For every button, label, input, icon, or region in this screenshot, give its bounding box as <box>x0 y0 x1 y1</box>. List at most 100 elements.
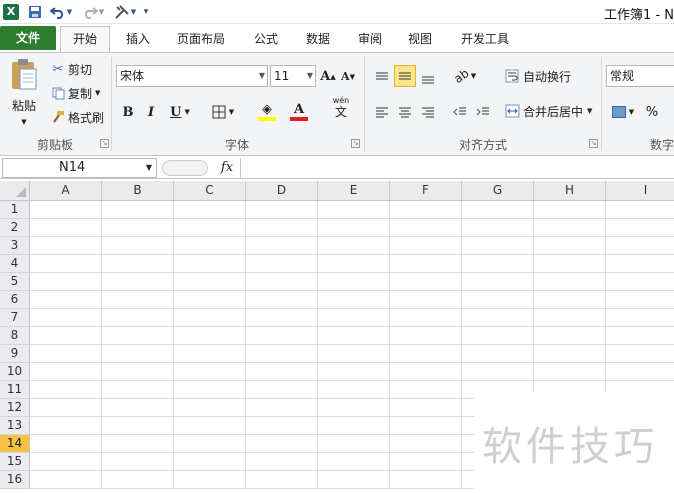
grid-cell[interactable] <box>318 417 390 435</box>
grid-cell[interactable] <box>462 273 534 291</box>
grid-cell[interactable] <box>246 309 318 327</box>
grid-cell[interactable] <box>606 291 674 309</box>
grid-cell[interactable] <box>102 255 174 273</box>
grid-cell[interactable] <box>30 273 102 291</box>
align-top-button[interactable] <box>372 67 392 89</box>
tab-data[interactable]: 数据 <box>296 28 340 52</box>
grid-cell[interactable] <box>318 255 390 273</box>
grid-cell[interactable] <box>318 399 390 417</box>
number-format-combo[interactable]: 常规 <box>606 65 674 87</box>
tab-developer[interactable]: 开发工具 <box>452 28 518 52</box>
grid-cell[interactable] <box>174 453 246 471</box>
grid-cell[interactable] <box>246 237 318 255</box>
grid-cell[interactable] <box>246 219 318 237</box>
tab-insert[interactable]: 插入 <box>116 28 160 52</box>
redo-icon[interactable]: ▼ <box>80 2 106 22</box>
grid-cell[interactable] <box>30 399 102 417</box>
grid-cell[interactable] <box>246 453 318 471</box>
row-header[interactable]: 4 <box>0 255 30 273</box>
grid-cell[interactable] <box>534 363 606 381</box>
grid-cell[interactable] <box>534 201 606 219</box>
grid-cell[interactable] <box>174 381 246 399</box>
grid-cell[interactable] <box>318 273 390 291</box>
grid-cell[interactable] <box>390 201 462 219</box>
grid-cell[interactable] <box>246 291 318 309</box>
tab-home[interactable]: 开始 <box>60 26 110 52</box>
grid-cell[interactable] <box>246 381 318 399</box>
decrease-indent-button[interactable] <box>450 101 470 123</box>
underline-button[interactable]: U ▼ <box>166 101 194 123</box>
grid-cell[interactable] <box>534 309 606 327</box>
customize-quick-access-icon[interactable]: ▾ <box>140 2 152 22</box>
save-icon[interactable] <box>26 2 44 22</box>
grid-cell[interactable] <box>318 471 390 489</box>
grid-cell[interactable] <box>390 399 462 417</box>
grid-cell[interactable] <box>30 471 102 489</box>
grid-cell[interactable] <box>390 453 462 471</box>
grid-cell[interactable] <box>174 201 246 219</box>
paste-button[interactable]: 粘贴 ▼ <box>6 57 42 131</box>
grid-cell[interactable] <box>246 363 318 381</box>
grid-cell[interactable] <box>174 219 246 237</box>
grid-cell[interactable] <box>102 471 174 489</box>
grid-cell[interactable] <box>102 435 174 453</box>
grid-cell[interactable] <box>102 381 174 399</box>
grid-cell[interactable] <box>462 291 534 309</box>
grid-cell[interactable] <box>534 273 606 291</box>
row-header[interactable]: 7 <box>0 309 30 327</box>
align-left-button[interactable] <box>372 101 392 123</box>
row-header[interactable]: 2 <box>0 219 30 237</box>
grid-cell[interactable] <box>534 219 606 237</box>
grid-cell[interactable] <box>606 363 674 381</box>
grid-cell[interactable] <box>30 381 102 399</box>
undo-icon[interactable]: ▼ <box>48 2 74 22</box>
grid-cell[interactable] <box>390 309 462 327</box>
grid-cell[interactable] <box>318 309 390 327</box>
grid-cell[interactable] <box>30 417 102 435</box>
grid-cell[interactable] <box>318 381 390 399</box>
borders-button[interactable]: ▼ <box>208 101 238 123</box>
clipboard-launcher-icon[interactable]: ↘ <box>100 139 109 148</box>
grid-cell[interactable] <box>246 345 318 363</box>
column-header[interactable]: I <box>606 181 674 201</box>
grid-cell[interactable] <box>390 435 462 453</box>
tab-view[interactable]: 视图 <box>398 28 442 52</box>
grid-cell[interactable] <box>462 201 534 219</box>
copy-button[interactable]: 复制 ▼ <box>50 83 100 103</box>
grid-cell[interactable] <box>390 345 462 363</box>
grid-cell[interactable] <box>174 237 246 255</box>
grid-cell[interactable] <box>174 417 246 435</box>
grid-cell[interactable] <box>318 363 390 381</box>
grid-cell[interactable] <box>174 255 246 273</box>
grid-cell[interactable] <box>390 363 462 381</box>
grid-cell[interactable] <box>246 435 318 453</box>
grid-cell[interactable] <box>318 435 390 453</box>
grid-cell[interactable] <box>246 255 318 273</box>
grid-cell[interactable] <box>30 237 102 255</box>
grid-cell[interactable] <box>174 471 246 489</box>
grid-cell[interactable] <box>606 273 674 291</box>
grid-cell[interactable] <box>30 201 102 219</box>
grid-cell[interactable] <box>102 201 174 219</box>
align-right-button[interactable] <box>418 101 438 123</box>
grid-cell[interactable] <box>174 309 246 327</box>
row-header[interactable]: 6 <box>0 291 30 309</box>
grid-cell[interactable] <box>102 309 174 327</box>
grid-cell[interactable] <box>30 291 102 309</box>
grid-cell[interactable] <box>174 345 246 363</box>
tab-file[interactable]: 文件 <box>0 26 56 50</box>
column-header[interactable]: B <box>102 181 174 201</box>
grid-cell[interactable] <box>462 345 534 363</box>
row-header[interactable]: 10 <box>0 363 30 381</box>
grid-cell[interactable] <box>390 327 462 345</box>
grid-cell[interactable] <box>246 471 318 489</box>
column-header[interactable]: E <box>318 181 390 201</box>
grid-cell[interactable] <box>30 309 102 327</box>
accounting-format-button[interactable]: ▼ <box>608 101 638 123</box>
grid-cell[interactable] <box>102 417 174 435</box>
grid-cell[interactable] <box>102 399 174 417</box>
column-header[interactable]: F <box>390 181 462 201</box>
format-painter-button[interactable]: 格式刷 <box>50 107 104 127</box>
grid-cell[interactable] <box>318 291 390 309</box>
cut-button[interactable]: ✂ 剪切 <box>50 59 92 79</box>
